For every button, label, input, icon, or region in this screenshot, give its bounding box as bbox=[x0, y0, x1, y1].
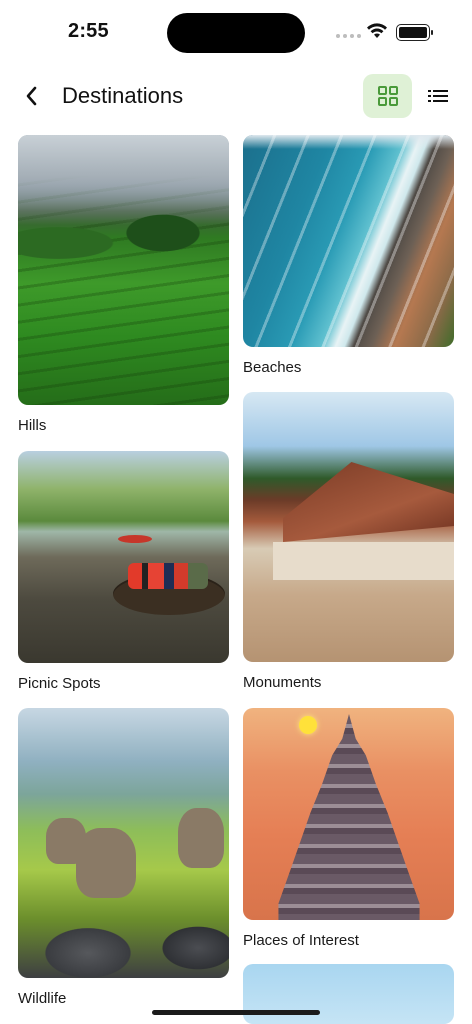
destination-card-wildlife[interactable]: Wildlife bbox=[18, 708, 229, 1007]
places-of-interest-photo bbox=[243, 708, 454, 920]
list-view-button[interactable] bbox=[424, 82, 452, 110]
grid-icon bbox=[377, 86, 398, 106]
status-bar: 2:55 bbox=[0, 0, 472, 64]
destination-label: Picnic Spots bbox=[18, 675, 101, 692]
destination-card-hills[interactable]: Hills bbox=[18, 135, 229, 434]
destination-label: Beaches bbox=[243, 359, 302, 376]
list-icon bbox=[428, 90, 448, 102]
wildlife-photo bbox=[18, 708, 229, 978]
destination-label: Places of Interest bbox=[243, 932, 359, 949]
cellular-signal-icon bbox=[336, 34, 361, 38]
destination-card-places-of-interest[interactable]: Places of Interest bbox=[243, 708, 454, 949]
destination-card-beaches[interactable]: Beaches bbox=[243, 135, 454, 376]
destination-label: Wildlife bbox=[18, 990, 67, 1007]
partial-photo bbox=[243, 964, 454, 1024]
back-button[interactable] bbox=[18, 82, 46, 110]
destination-card-picnic-spots[interactable]: Picnic Spots bbox=[18, 451, 229, 692]
hills-photo bbox=[18, 135, 229, 405]
chevron-left-icon bbox=[26, 86, 37, 106]
monuments-photo bbox=[243, 392, 454, 662]
status-time: 2:55 bbox=[68, 20, 109, 42]
dynamic-island bbox=[167, 13, 305, 53]
destination-card-partial[interactable] bbox=[243, 964, 454, 1024]
home-indicator[interactable] bbox=[152, 1010, 320, 1015]
page-title: Destinations bbox=[62, 83, 184, 108]
wifi-icon bbox=[367, 23, 387, 38]
destination-card-monuments[interactable]: Monuments bbox=[243, 392, 454, 691]
picnic-spots-photo bbox=[18, 451, 229, 663]
destination-label: Monuments bbox=[243, 674, 322, 691]
grid-view-button[interactable] bbox=[363, 74, 412, 118]
beaches-photo bbox=[243, 135, 454, 347]
destination-label: Hills bbox=[18, 417, 47, 434]
battery-icon bbox=[396, 24, 433, 41]
app-header: Destinations bbox=[0, 72, 472, 122]
